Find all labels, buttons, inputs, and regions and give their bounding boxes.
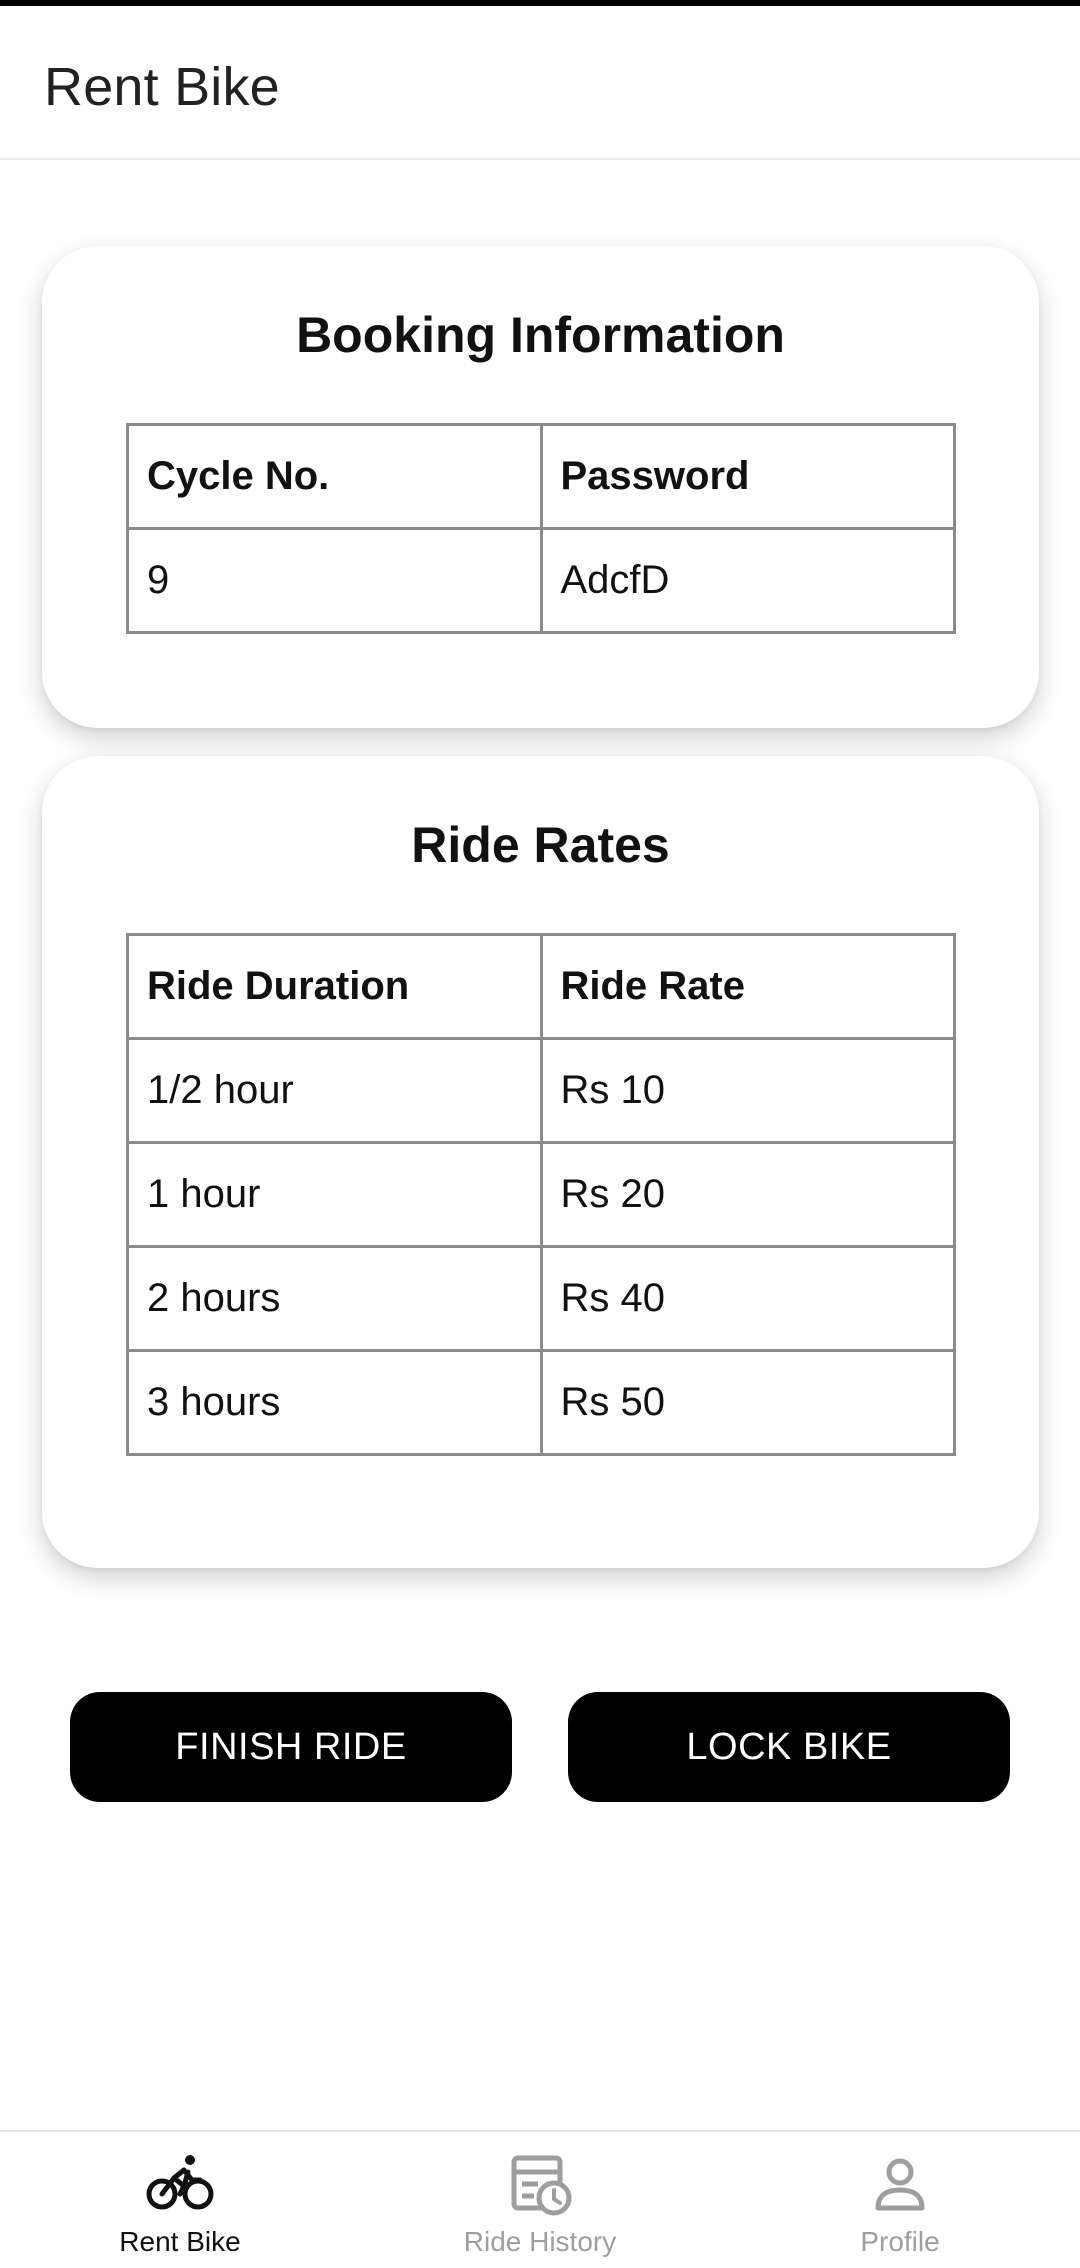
column-header-password: Password	[539, 423, 956, 530]
table-row: 2 hours Rs 40	[126, 1245, 956, 1352]
password-value: AdcfD	[539, 527, 956, 634]
table-row: 3 hours Rs 50	[126, 1349, 956, 1456]
ride-rate-cell: Rs 40	[539, 1245, 956, 1352]
page-title: Rent Bike	[44, 57, 280, 117]
ride-rate-cell: Rs 50	[539, 1349, 956, 1456]
nav-item-profile[interactable]: Profile	[720, 2132, 1080, 2268]
ride-duration-cell: 1 hour	[126, 1141, 543, 1248]
ride-duration-cell: 2 hours	[126, 1245, 543, 1352]
app-bar: Rent Bike	[0, 6, 1080, 160]
ride-duration-cell: 1/2 hour	[126, 1037, 543, 1144]
bicycle-icon	[146, 2155, 214, 2210]
nav-label-ride-history: Ride History	[463, 2226, 617, 2257]
cycle-number-value: 9	[126, 527, 543, 634]
nav-item-rent-bike[interactable]: Rent Bike	[0, 2132, 360, 2268]
booking-info-table: Cycle No. Password 9 AdcfD	[126, 423, 956, 634]
ride-rates-title: Ride Rates	[411, 817, 670, 873]
table-row: 1/2 hour Rs 10	[126, 1037, 956, 1144]
nav-item-ride-history[interactable]: Ride History	[360, 2132, 720, 2268]
table-row: 1 hour Rs 20	[126, 1141, 956, 1248]
lock-bike-button[interactable]: LOCK BIKE	[568, 1692, 1010, 1802]
booking-info-title: Booking Information	[296, 307, 785, 363]
column-header-ride-duration: Ride Duration	[126, 933, 543, 1040]
nav-label-rent-bike: Rent Bike	[119, 2226, 241, 2257]
person-icon	[875, 2158, 925, 2211]
ride-rates-card: Ride Rates Ride Duration Ride Rate 1/2 h…	[42, 756, 1039, 1568]
ride-duration-cell: 3 hours	[126, 1349, 543, 1456]
table-header-row: Ride Duration Ride Rate	[126, 933, 956, 1040]
ride-rate-cell: Rs 10	[539, 1037, 956, 1144]
column-header-ride-rate: Ride Rate	[539, 933, 956, 1040]
history-icon	[511, 2155, 572, 2216]
column-header-cycle-no: Cycle No.	[126, 423, 543, 530]
table-header-row: Cycle No. Password	[126, 423, 956, 530]
ride-rates-table: Ride Duration Ride Rate 1/2 hour Rs 10 1…	[126, 933, 956, 1456]
bottom-navigation: Rent Bike Ride History Profile	[0, 2130, 1080, 2266]
ride-rate-cell: Rs 20	[539, 1141, 956, 1248]
table-row: 9 AdcfD	[126, 527, 956, 634]
booking-info-card: Booking Information Cycle No. Password 9…	[42, 246, 1039, 728]
nav-label-profile: Profile	[860, 2226, 940, 2257]
finish-ride-button[interactable]: FINISH RIDE	[70, 1692, 512, 1802]
